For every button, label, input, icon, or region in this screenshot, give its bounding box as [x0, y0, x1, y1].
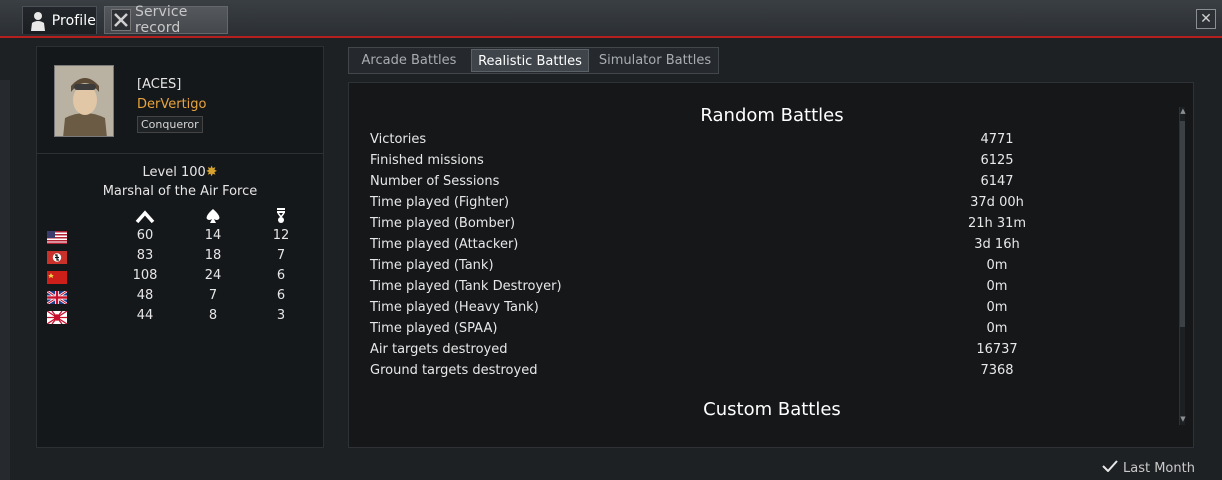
stat-value: 44 [136, 308, 154, 323]
stat-value: 16737 [976, 342, 1018, 357]
stat-row: Time played (SPAA) 0m [370, 321, 1190, 342]
custom-battles-title: Custom Battles [703, 399, 841, 420]
stat-value: 14 [204, 228, 222, 243]
stat-value: 24 [204, 268, 222, 283]
level-star-icon: ✸ [205, 164, 218, 180]
japan-flag-icon [46, 310, 68, 325]
ussr-flag-icon [47, 271, 67, 284]
nation-row-britain: 48 7 6 [37, 288, 325, 306]
nation-row-germany: 83 18 7 [37, 248, 325, 266]
profile-panel: [ACES] DerVertigo Conqueror Level 100✸ M… [36, 46, 324, 448]
stat-value: 4771 [980, 132, 1014, 147]
player-rank: Marshal of the Air Force [102, 184, 258, 199]
britain-flag-icon [46, 289, 68, 306]
stat-value: 0m [986, 321, 1008, 336]
nation-row-ussr: 108 24 6 [37, 268, 325, 286]
stat-value: 0m [986, 300, 1008, 315]
tab-arcade-battles[interactable]: Arcade Battles [351, 49, 467, 72]
tab-service-record-label: Service record [134, 4, 188, 36]
stat-value: 7368 [980, 363, 1014, 378]
last-month-label: Last Month [1123, 460, 1195, 476]
scroll-thumb[interactable] [1180, 121, 1185, 327]
stat-row: Time played (Attacker) 3d 16h [370, 237, 1190, 258]
crossed-tools-icon [111, 9, 131, 31]
medal-icon [271, 208, 291, 224]
stat-value: 21h 31m [967, 216, 1027, 231]
battle-mode-tabs: Arcade Battles Realistic Battles Simulat… [348, 47, 719, 74]
stat-label: Victories [370, 132, 427, 147]
close-button[interactable]: ✕ [1196, 9, 1216, 29]
background-panel-edge [0, 80, 10, 480]
chevron-icon [135, 208, 155, 224]
tab-profile[interactable]: Profile [22, 6, 97, 34]
stat-value: 6147 [980, 174, 1014, 189]
stat-label: Time played (Attacker) [370, 237, 519, 252]
tab-realistic-battles[interactable]: Realistic Battles [471, 49, 589, 72]
stat-label: Time played (Bomber) [370, 216, 516, 231]
stats-panel: Random Battles Victories 4771 Finished m… [348, 82, 1194, 448]
stat-value: 6125 [980, 153, 1014, 168]
stat-value: 8 [208, 308, 218, 323]
stat-value: 83 [136, 248, 154, 263]
stat-value: 48 [136, 288, 154, 303]
player-level-label: Level 100 [142, 165, 206, 180]
stat-row: Time played (Tank) 0m [370, 258, 1190, 279]
random-battles-title: Random Battles [700, 105, 844, 126]
stat-row: Time played (Heavy Tank) 0m [370, 300, 1190, 321]
stat-value: 0m [986, 258, 1008, 273]
stat-value: 6 [276, 288, 286, 303]
player-level: Level 100✸ [37, 164, 323, 180]
checkmark-icon [1102, 460, 1118, 476]
stat-row: Finished missions 6125 [370, 153, 1190, 174]
stat-label: Time played (Tank) [370, 258, 494, 273]
stat-value: 3 [276, 308, 286, 323]
last-month-toggle[interactable]: Last Month [1102, 460, 1195, 476]
spade-icon [203, 208, 223, 224]
stat-label: Time played (Heavy Tank) [370, 300, 539, 315]
germany-flag-icon [47, 251, 67, 264]
window-tab-bar: Profile Service record ✕ [0, 0, 1222, 38]
player-title-badge: Conqueror [137, 116, 203, 133]
stat-value: 12 [272, 228, 290, 243]
stats-scrollbar[interactable]: ▲ ▼ [1179, 107, 1187, 425]
stat-label: Time played (Fighter) [370, 195, 510, 210]
stat-value: 3d 16h [974, 237, 1020, 252]
divider [37, 153, 323, 154]
usa-flag-icon [47, 231, 67, 244]
stat-label: Ground targets destroyed [370, 363, 538, 378]
stat-label: Air targets destroyed [370, 342, 508, 357]
close-icon: ✕ [1200, 11, 1212, 27]
tab-service-record[interactable]: Service record [104, 4, 228, 36]
nation-row-usa: 60 14 12 [37, 228, 325, 246]
tab-profile-label: Profile [51, 12, 96, 29]
stat-row: Time played (Tank Destroyer) 0m [370, 279, 1190, 300]
stat-label: Finished missions [370, 153, 484, 168]
stat-value: 37d 00h [970, 195, 1024, 210]
stat-row: Victories 4771 [370, 132, 1190, 153]
tab-simulator-battles[interactable]: Simulator Battles [593, 49, 717, 72]
scroll-down-icon[interactable]: ▼ [1179, 415, 1187, 423]
stat-row: Time played (Bomber) 21h 31m [370, 216, 1190, 237]
stat-value: 18 [204, 248, 222, 263]
stat-label: Number of Sessions [370, 174, 500, 189]
pilot-silhouette-icon [29, 10, 48, 32]
stat-value: 0m [986, 279, 1008, 294]
avatar[interactable] [54, 65, 114, 137]
stat-row: Time played (Fighter) 37d 00h [370, 195, 1190, 216]
stat-row: Number of Sessions 6147 [370, 174, 1190, 195]
stat-value: 6 [276, 268, 286, 283]
scroll-up-icon[interactable]: ▲ [1179, 107, 1187, 115]
stat-value: 108 [132, 268, 158, 283]
stat-row: Ground targets destroyed 7368 [370, 363, 1190, 384]
stat-row: Air targets destroyed 16737 [370, 342, 1190, 363]
stat-value: 7 [276, 248, 286, 263]
player-nickname: DerVertigo [137, 97, 207, 112]
stat-label: Time played (SPAA) [370, 321, 498, 336]
nation-row-japan: 44 8 3 [37, 308, 325, 326]
stat-value: 60 [136, 228, 154, 243]
stat-label: Time played (Tank Destroyer) [370, 279, 562, 294]
clan-tag: [ACES] [137, 77, 182, 92]
stat-value: 7 [208, 288, 218, 303]
